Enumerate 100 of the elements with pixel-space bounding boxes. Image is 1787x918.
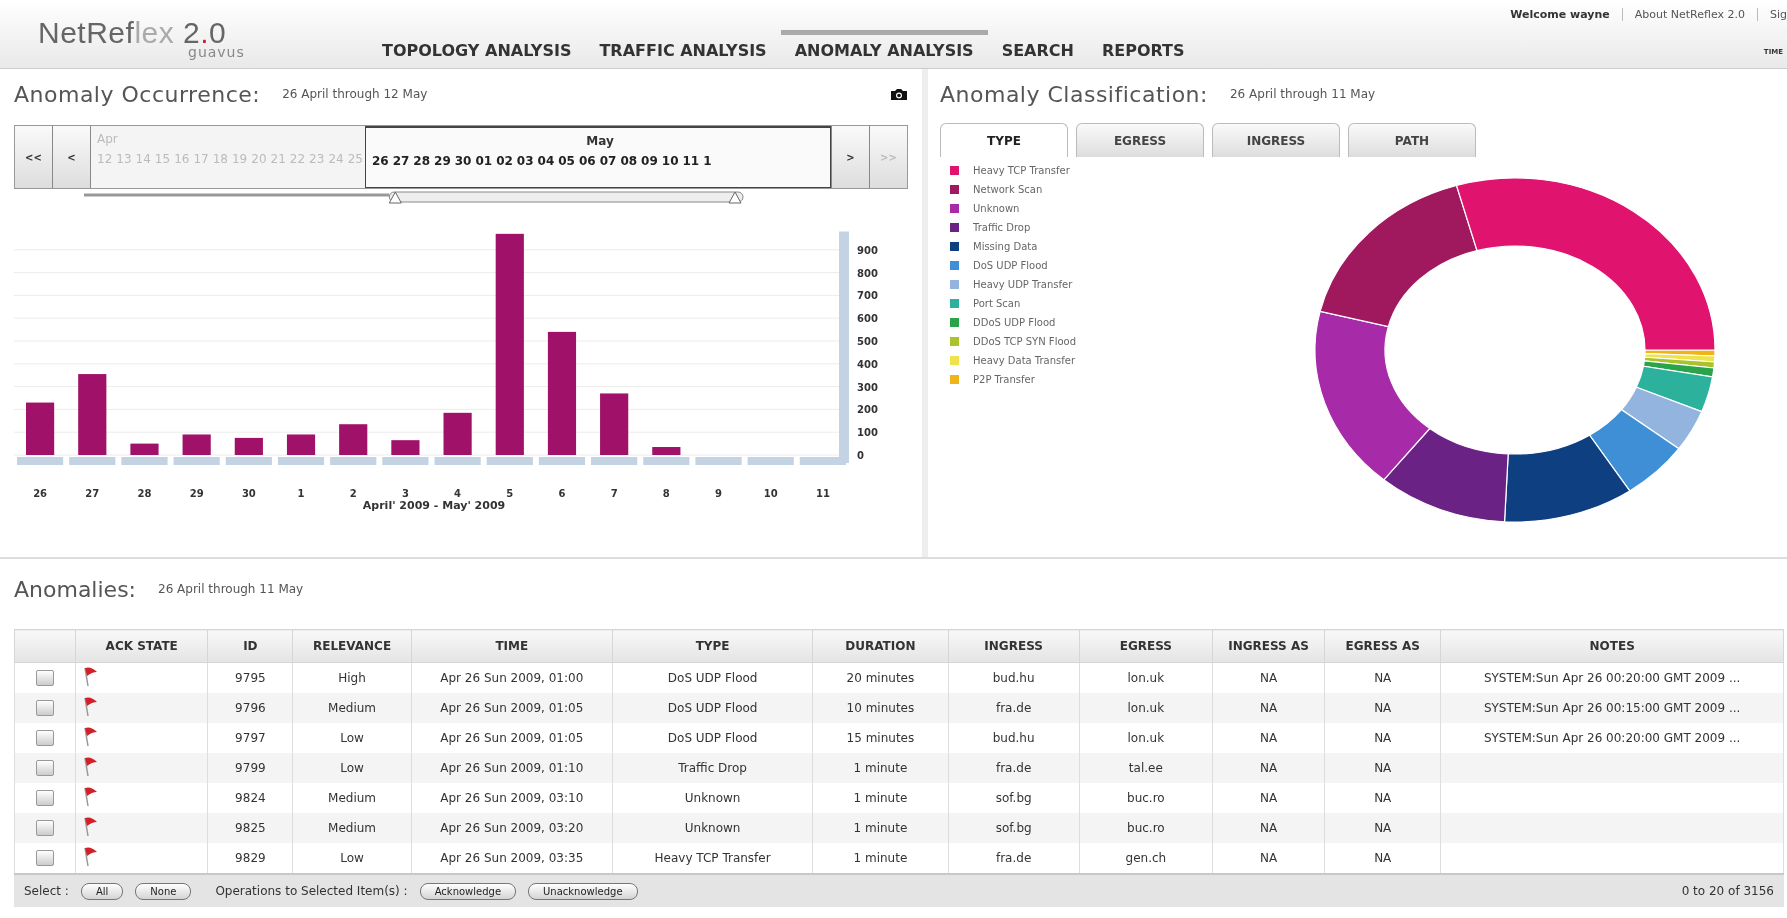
table-cell: 10 minutes [812,693,948,723]
row-checkbox[interactable] [36,760,55,776]
welcome-text: Welcome wayne [1510,8,1610,21]
header-link[interactable]: About NetReflex 2.0 [1621,8,1745,21]
x-tick-label: 8 [662,488,670,499]
day-label[interactable]: 02 [496,154,513,168]
operation-button[interactable]: Unacknowledge [528,882,638,900]
date-range: 26 April through 11 May [158,582,304,596]
row-checkbox[interactable] [36,670,55,686]
select-button[interactable]: None [135,882,192,900]
month-label: May [586,134,614,148]
row-checkbox[interactable] [36,820,55,836]
day-label[interactable]: 03 [516,154,534,168]
nav-tab[interactable]: REPORTS [1087,30,1199,60]
bar [652,447,681,455]
camera-icon[interactable] [890,87,908,101]
day-label[interactable]: 30 [454,154,472,168]
bar [443,412,472,455]
bar [182,434,211,455]
column-header[interactable]: INGRESS AS [1212,629,1325,663]
day-label[interactable]: 06 [578,154,596,168]
y-tick-label: 600 [857,313,878,325]
x-tick-label: 27 [85,488,100,499]
day-label[interactable]: 11 [682,154,700,168]
table-cell: Medium [292,813,412,843]
nav-tab[interactable]: TOPOLOGY ANALYSIS [368,30,586,60]
day-label[interactable]: 10 [661,154,679,168]
legend-label: DDoS TCP SYN Flood [973,336,1076,347]
day-label[interactable]: 08 [620,154,638,168]
table-cell: 9799 [207,753,293,783]
table-cell: Traffic Drop [612,753,813,783]
classification-tab[interactable]: TYPE [940,123,1068,157]
select-button[interactable]: All [80,882,124,900]
legend-label: Traffic Drop [973,222,1031,233]
column-header[interactable]: INGRESS [948,629,1080,663]
table-cell: tal.ee [1079,753,1213,783]
x-tick-label: 9 [715,488,722,499]
bar [130,443,159,455]
next-button[interactable]: > [831,126,869,188]
bar [234,437,263,455]
day-label[interactable]: 07 [599,154,617,168]
table-cell: DoS UDP Flood [612,693,813,723]
previous-button[interactable]: < [53,126,91,188]
day-label[interactable]: 26 [371,154,389,168]
row-checkbox[interactable] [36,850,55,866]
table-cell: 9825 [207,813,293,843]
bar [391,440,420,455]
select-label: Select : [24,884,69,898]
first-page-button[interactable]: << [15,126,53,188]
y-tick-label: 200 [857,404,878,416]
table-cell: NA [1324,693,1441,723]
record-count: 0 to 20 of 3156 [1681,884,1774,898]
row-checkbox[interactable] [36,700,55,716]
day-label[interactable]: 1 [703,154,712,168]
nav-tab[interactable]: SEARCH [987,30,1088,60]
day-label[interactable]: 05 [558,154,575,168]
operation-button[interactable]: Acknowledge [419,882,517,900]
column-header[interactable]: EGRESS AS [1324,629,1441,663]
row-checkbox[interactable] [36,730,55,746]
classification-tab[interactable]: EGRESS [1076,123,1204,157]
day-label[interactable]: 09 [641,154,658,168]
row-checkbox[interactable] [36,790,55,806]
day-label[interactable]: 28 [413,154,431,168]
y-tick-label: 900 [857,244,878,256]
legend-label: P2P Transfer [973,374,1035,385]
day-label[interactable]: 04 [537,154,555,168]
table-cell: Apr 26 Sun 2009, 01:05 [411,693,613,723]
table-cell: Apr 26 Sun 2009, 01:10 [411,753,613,783]
table-cell: Apr 26 Sun 2009, 03:20 [411,813,613,843]
day-label[interactable]: 01 [475,154,493,168]
column-header[interactable]: NOTES [1440,629,1784,663]
column-header[interactable]: EGRESS [1079,629,1213,663]
y-tick-label: 0 [857,450,864,461]
header-link[interactable]: Sig [1756,8,1787,21]
x-tick-label: 11 [815,488,830,499]
column-header[interactable]: TIME [411,629,613,663]
bar [26,402,55,455]
x-axis-title: April' 2009 - May' 2009 [361,499,507,512]
x-tick-label: 2 [349,488,357,499]
table-cell: NA [1212,753,1325,783]
table-cell: NA [1324,753,1441,783]
nav-tab[interactable]: TRAFFIC ANALYSIS [585,30,781,60]
slider-thumb[interactable] [388,191,744,204]
x-tick-label: 5 [506,488,514,499]
column-header[interactable]: ACK STATE [75,629,208,663]
table-cell: Medium [292,693,412,723]
column-header[interactable]: DURATION [812,629,948,663]
panel-title: Anomaly Occurrence: [14,81,261,107]
day-label[interactable]: 29 [434,154,451,168]
column-header[interactable]: TYPE [612,629,813,663]
nav-tab[interactable]: ANOMALY ANALYSIS [780,30,988,60]
legend-label: Missing Data [973,241,1038,252]
legend-label: Unknown [973,203,1020,214]
column-header[interactable]: RELEVANCE [292,629,412,663]
classification-tab[interactable]: INGRESS [1212,123,1340,157]
legend-label: DDoS UDP Flood [973,317,1056,328]
column-header[interactable]: ID [207,629,293,663]
day-label[interactable]: 27 [392,154,410,168]
x-tick-label: 28 [137,488,152,499]
classification-tab[interactable]: PATH [1348,123,1476,157]
